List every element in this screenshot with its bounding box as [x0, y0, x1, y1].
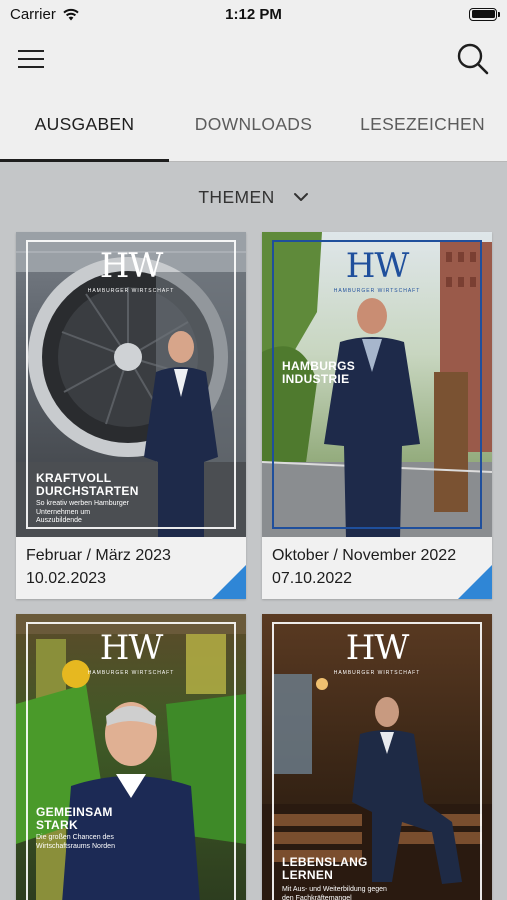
chevron-down-icon: [293, 193, 308, 201]
status-time: 1:12 PM: [225, 5, 282, 23]
issue-info: Februar / März 2023 10.02.2023: [16, 537, 246, 599]
issue-cover: HW HAMBURGER WIRTSCHAFT HAMBURGS INDUSTR…: [262, 232, 492, 537]
issue-cover: HW HAMBURGER WIRTSCHAFT KRAFTVOLL DURCHS…: [16, 232, 246, 537]
issue-card[interactable]: HW HAMBURGER WIRTSCHAFT HAMBURGS INDUSTR…: [262, 232, 492, 599]
download-corner-icon[interactable]: [458, 565, 492, 599]
search-icon[interactable]: [455, 41, 491, 77]
hw-logo: HW: [345, 246, 410, 286]
issue-card[interactable]: HW HAMBURGER WIRTSCHAFT KRAFTVOLL DURCHS…: [16, 232, 246, 599]
cover-headline: KRAFTVOLL DURCHSTARTEN: [36, 471, 139, 498]
cover-subtitle: HAMBURGER WIRTSCHAFT: [333, 670, 421, 676]
cover-subtitle: HAMBURGER WIRTSCHAFT: [87, 288, 175, 294]
issue-card[interactable]: HW HAMBURGER WIRTSCHAFT LEBENSLANG LERNE…: [262, 614, 492, 900]
issue-title: Oktober / November 2022: [272, 547, 457, 564]
download-corner-icon[interactable]: [212, 565, 246, 599]
themen-dropdown[interactable]: THEMEN: [0, 180, 507, 214]
hw-logo: HW: [99, 628, 164, 668]
issue-info: Oktober / November 2022 07.10.2022: [262, 537, 492, 599]
cover-subtitle: HAMBURGER WIRTSCHAFT: [333, 288, 421, 294]
tab-downloads[interactable]: DOWNLOADS: [169, 92, 338, 161]
tab-lesezeichen[interactable]: LESEZEICHEN: [338, 92, 507, 161]
issue-date: 10.02.2023: [26, 570, 107, 587]
battery-icon: [469, 7, 500, 21]
wifi-icon: [63, 8, 79, 20]
status-bar: Carrier 1:12 PM: [0, 0, 507, 28]
status-right: [327, 7, 500, 21]
nav-bar: [0, 28, 507, 92]
issue-title: Februar / März 2023: [26, 547, 171, 564]
issue-date: 07.10.2022: [272, 570, 353, 587]
cover-headline: LEBENSLANG LERNEN: [282, 855, 368, 882]
cover-subline: So kreativ werben Hamburger Unternehmen …: [36, 500, 129, 524]
menu-icon[interactable]: [18, 44, 54, 74]
tab-ausgaben[interactable]: AUSGABEN: [0, 92, 169, 162]
hw-logo: HW: [99, 246, 164, 286]
cover-subline: Mit Aus- und Weiterbildung gegen den Fac…: [282, 886, 387, 900]
status-left: Carrier: [10, 6, 180, 23]
cover-headline: HAMBURGS INDUSTRIE: [282, 359, 356, 386]
issue-cover: HW HAMBURGER WIRTSCHAFT LEBENSLANG LERNE…: [262, 614, 492, 900]
themen-label: THEMEN: [198, 186, 275, 207]
issue-card[interactable]: HW HAMBURGER WIRTSCHAFT GEMEINSAM STARK …: [16, 614, 246, 900]
hw-logo: HW: [345, 628, 410, 668]
cover-headline: GEMEINSAM STARK: [36, 805, 113, 832]
cover-subtitle: HAMBURGER WIRTSCHAFT: [87, 670, 175, 676]
carrier-label: Carrier: [10, 5, 56, 23]
issue-cover: HW HAMBURGER WIRTSCHAFT GEMEINSAM STARK …: [16, 614, 246, 900]
cover-subline: Die großen Chancen des Wirtschaftsraums …: [36, 834, 115, 850]
tab-bar: AUSGABEN DOWNLOADS LESEZEICHEN: [0, 92, 507, 162]
